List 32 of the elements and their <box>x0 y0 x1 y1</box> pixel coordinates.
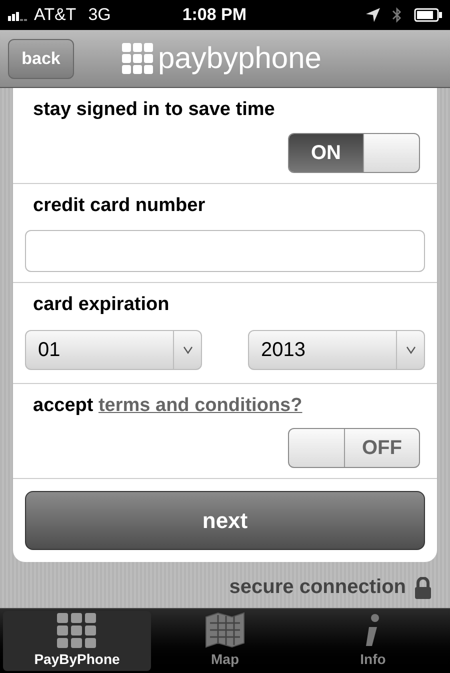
next-button[interactable]: next <box>25 491 425 550</box>
tab-item[interactable]: Info <box>299 611 447 671</box>
network-text: 3G <box>88 4 111 26</box>
logo-text: paybyphone <box>158 44 322 74</box>
accept-text: accept terms and conditions? <box>33 394 302 416</box>
terms-link[interactable]: terms and conditions? <box>98 394 302 416</box>
select-dropdown[interactable]: 01 <box>25 330 202 370</box>
chevron-down-icon <box>182 346 192 354</box>
toggle-switch[interactable]: OFF <box>288 428 420 468</box>
lock-icon <box>414 577 432 599</box>
section-label: credit card number <box>33 194 206 216</box>
card-number-field[interactable] <box>25 230 425 272</box>
time-text: 1:08 PM <box>181 4 248 26</box>
grid-icon <box>57 613 97 649</box>
location-arrow-icon <box>366 8 380 22</box>
section-label: stay signed in to save time <box>33 99 275 120</box>
logo-grid-icon <box>122 42 154 74</box>
section-label: card expiration <box>33 294 170 315</box>
toggle-switch[interactable]: ON <box>288 132 420 172</box>
secure-connection-text: secure connection <box>229 575 406 600</box>
back-button[interactable]: back <box>8 38 74 78</box>
toggle-text: ON <box>289 134 363 172</box>
tab-item[interactable]: Map <box>151 611 299 671</box>
select-dropdown[interactable]: 2013 <box>248 330 425 370</box>
tab-item[interactable]: PayByPhone <box>3 611 151 671</box>
toggle-text: OFF <box>361 436 403 461</box>
map-icon <box>204 611 246 649</box>
bluetooth-icon <box>392 7 402 23</box>
signal-icon <box>8 9 30 21</box>
battery-icon <box>414 8 442 22</box>
carrier-text: AT&T <box>34 4 76 26</box>
chevron-down-icon <box>406 346 416 354</box>
